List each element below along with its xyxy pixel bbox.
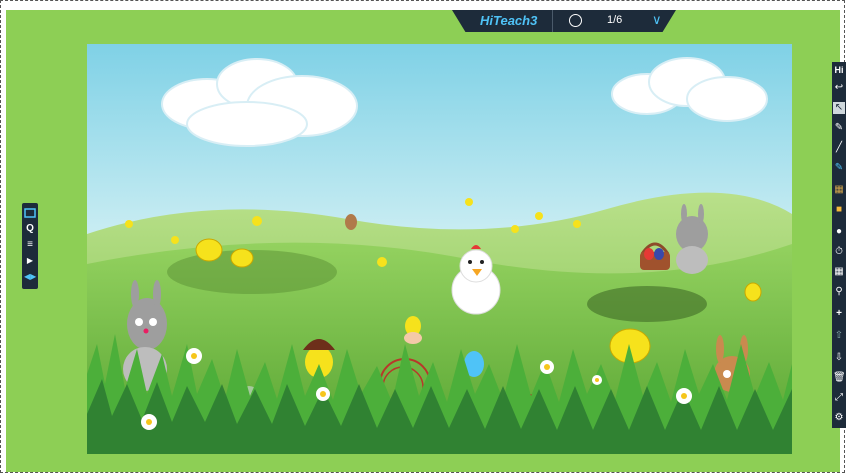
screen-icon[interactable] bbox=[24, 207, 36, 219]
q-icon[interactable]: Q bbox=[24, 223, 36, 235]
pointer-icon[interactable]: ↖ bbox=[833, 102, 845, 114]
upload-icon[interactable]: ⇧ bbox=[833, 330, 845, 342]
right-toolbar: Hi ↩ ↖ ✎ ╱ ✎ ▦ ■ ● ⏱ ▦ ⚲ + ⇧ ⇩ 🗑 ⤢ ⚙ bbox=[832, 62, 846, 428]
brand-short: Hi bbox=[834, 65, 844, 75]
top-toolbar: HiTeach3 1/6 ∨ bbox=[452, 10, 676, 32]
line-icon[interactable]: ╱ bbox=[833, 142, 845, 154]
trash-icon[interactable]: 🗑 bbox=[833, 372, 846, 384]
people-icon[interactable]: ● bbox=[833, 226, 845, 238]
chevron-down-icon[interactable]: ∨ bbox=[652, 12, 662, 28]
timer-icon[interactable]: ⏱ bbox=[833, 246, 845, 258]
timer-icon[interactable] bbox=[569, 14, 582, 27]
menu-icon[interactable]: ≡ bbox=[24, 239, 36, 251]
page-indicator[interactable]: 1/6 bbox=[607, 14, 622, 26]
left-toolbar: Q ≡ ▶ ◀▶ bbox=[22, 203, 38, 289]
expand-icon[interactable]: ◀▶ bbox=[24, 271, 36, 283]
calendar-icon[interactable]: ▦ bbox=[833, 266, 845, 278]
divider bbox=[552, 10, 553, 32]
easter-scene-image bbox=[87, 44, 792, 454]
slide-canvas[interactable] bbox=[87, 44, 792, 454]
download-icon[interactable]: ⇩ bbox=[833, 352, 845, 364]
app-brand: HiTeach3 bbox=[480, 13, 538, 28]
highlighter-icon[interactable]: ✎ bbox=[833, 162, 845, 174]
play-icon[interactable]: ▶ bbox=[24, 255, 36, 267]
fullscreen-icon[interactable]: ⤢ bbox=[833, 392, 845, 404]
settings-icon[interactable]: ⚙ bbox=[833, 412, 845, 424]
pen-icon[interactable]: ✎ bbox=[833, 122, 845, 134]
undo-icon[interactable]: ↩ bbox=[833, 82, 845, 94]
plus-icon[interactable]: + bbox=[833, 308, 845, 320]
search-icon[interactable]: ⚲ bbox=[833, 286, 845, 298]
stamp-icon[interactable]: ■ bbox=[833, 204, 845, 216]
grid-icon[interactable]: ▦ bbox=[833, 184, 845, 196]
